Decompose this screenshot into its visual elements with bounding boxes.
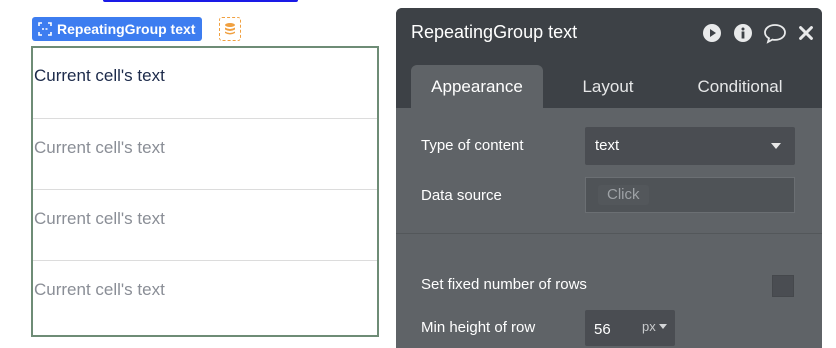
- unit-label: px: [642, 319, 656, 334]
- header-actions: [692, 22, 816, 44]
- chevron-down-icon: [771, 143, 781, 149]
- cell-text: Current cell's text: [34, 66, 165, 85]
- tab-layout[interactable]: Layout: [558, 65, 658, 108]
- cell-text: Current cell's text: [34, 138, 165, 157]
- type-of-content-label: Type of content: [421, 137, 524, 154]
- repeating-group-icon: [38, 22, 52, 36]
- data-source-field[interactable]: Click: [585, 177, 795, 213]
- section-divider: [396, 233, 822, 234]
- repeating-group-cell[interactable]: Current cell's text: [33, 119, 377, 190]
- selected-element-edge: [103, 0, 298, 2]
- type-of-content-dropdown[interactable]: text: [585, 127, 795, 165]
- data-source-button[interactable]: [219, 17, 241, 41]
- database-icon: [225, 23, 235, 35]
- element-name-label: RepeatingGroup text: [57, 21, 196, 37]
- min-height-value: 56: [594, 321, 611, 338]
- comment-icon[interactable]: [763, 22, 787, 44]
- property-tabs: Appearance Layout Conditional: [396, 58, 822, 108]
- dropdown-selected-value: text: [595, 137, 620, 154]
- repeating-group-cell[interactable]: Current cell's text: [33, 261, 377, 335]
- tab-appearance[interactable]: Appearance: [411, 65, 543, 108]
- min-height-input[interactable]: 56 px: [585, 310, 675, 346]
- fixed-rows-label: Set fixed number of rows: [421, 276, 587, 293]
- fixed-rows-checkbox[interactable]: [772, 275, 794, 297]
- tab-conditional[interactable]: Conditional: [679, 65, 801, 108]
- repeating-group[interactable]: Current cell's text Current cell's text …: [31, 46, 379, 337]
- info-icon[interactable]: [732, 22, 754, 44]
- property-editor-title: RepeatingGroup text: [411, 22, 578, 42]
- cell-text: Current cell's text: [34, 209, 165, 228]
- unit-select[interactable]: px: [642, 319, 667, 334]
- chevron-down-icon: [658, 324, 667, 329]
- close-icon[interactable]: [796, 22, 816, 44]
- repeating-group-cell[interactable]: Current cell's text: [33, 190, 377, 261]
- property-editor: RepeatingGroup text Appearance Layout Co…: [396, 8, 822, 348]
- preview-icon[interactable]: [701, 22, 723, 44]
- repeating-group-cell[interactable]: Current cell's text: [33, 48, 377, 119]
- editor-canvas: RepeatingGroup text Current cell's text …: [0, 0, 836, 348]
- element-name-tag[interactable]: RepeatingGroup text: [32, 17, 203, 41]
- data-source-click-button[interactable]: Click: [598, 185, 649, 205]
- property-editor-header[interactable]: RepeatingGroup text: [396, 8, 822, 58]
- min-height-label: Min height of row: [421, 319, 536, 336]
- data-source-label: Data source: [421, 187, 502, 204]
- cell-text: Current cell's text: [34, 280, 165, 299]
